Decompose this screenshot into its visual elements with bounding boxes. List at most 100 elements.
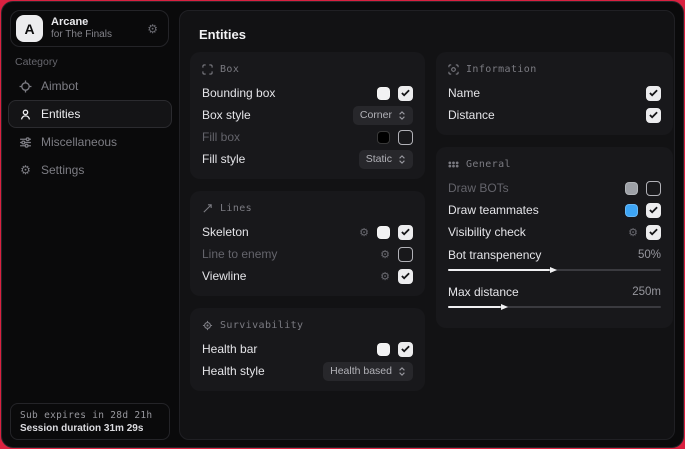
setting-label: Box style <box>202 108 353 122</box>
slider-thumb[interactable] <box>501 304 508 310</box>
slider-track[interactable] <box>448 306 661 308</box>
setting-row: Viewline ⚙ <box>202 265 413 287</box>
sliders-icon <box>19 136 32 149</box>
slider-thumb[interactable] <box>550 267 557 273</box>
app-logo: A <box>16 15 43 42</box>
checkbox[interactable] <box>398 247 413 262</box>
section-lines: Lines Skeleton ⚙ Line to enemy ⚙ <box>190 191 425 296</box>
color-swatch[interactable] <box>377 87 390 100</box>
app-name: Arcane <box>51 16 112 29</box>
sidebar-item-aimbot[interactable]: Aimbot <box>8 72 172 100</box>
slider-value: 50% <box>638 249 661 261</box>
section-information: Information Name Distance <box>436 52 673 135</box>
setting-label: Name <box>448 86 646 100</box>
section-box-header: Box <box>202 62 413 77</box>
gear-icon[interactable]: ⚙ <box>628 227 638 238</box>
dropdown-value: Corner <box>360 109 392 121</box>
slider-label: Max distance <box>448 285 632 299</box>
setting-label: Viewline <box>202 269 380 283</box>
corner-brackets-icon <box>202 64 213 75</box>
setting-row: Name <box>448 82 661 104</box>
column-left: Box Bounding box Box style Cor <box>190 52 425 403</box>
column-right: Information Name Distance <box>436 52 673 340</box>
color-swatch[interactable] <box>625 182 638 195</box>
gear-icon[interactable]: ⚙ <box>147 23 158 35</box>
category-label: Category <box>15 56 58 68</box>
setting-label: Skeleton <box>202 225 359 239</box>
setting-label: Fill style <box>202 152 359 166</box>
grid-dots-icon <box>448 159 459 170</box>
session-duration-text: Session duration 31m 29s <box>20 422 160 435</box>
box-style-dropdown[interactable]: Corner <box>353 106 413 125</box>
setting-label: Draw teammates <box>448 203 625 217</box>
slider-fill <box>448 269 550 271</box>
sidebar-item-miscellaneous[interactable]: Miscellaneous <box>8 128 172 156</box>
gear-icon[interactable]: ⚙ <box>380 249 390 260</box>
checkbox[interactable] <box>398 269 413 284</box>
setting-row: Health bar <box>202 338 413 360</box>
color-swatch[interactable] <box>377 131 390 144</box>
slider-label: Bot transpenency <box>448 248 638 262</box>
main-panel: Entities Box Bounding box <box>179 10 675 440</box>
setting-label: Visibility check <box>448 225 628 239</box>
health-style-dropdown[interactable]: Health based <box>323 362 413 381</box>
checkbox[interactable] <box>646 203 661 218</box>
chevrons-up-down-icon <box>398 366 406 377</box>
checkbox[interactable] <box>646 108 661 123</box>
section-survivability: Survivability Health bar Health style <box>190 308 425 391</box>
slider-fill <box>448 306 501 308</box>
sidebar-item-label: Miscellaneous <box>41 135 117 149</box>
setting-row: Line to enemy ⚙ <box>202 243 413 265</box>
section-title: Box <box>220 64 239 75</box>
checkbox[interactable] <box>646 225 661 240</box>
setting-row: Bounding box <box>202 82 413 104</box>
setting-row: Box style Corner <box>202 104 413 126</box>
setting-row: Skeleton ⚙ <box>202 221 413 243</box>
section-general-header: General <box>448 157 661 172</box>
sidebar-item-label: Entities <box>41 107 80 121</box>
slider-track[interactable] <box>448 269 661 271</box>
gear-icon[interactable]: ⚙ <box>359 227 369 238</box>
setting-row: Health style Health based <box>202 360 413 382</box>
setting-label: Distance <box>448 108 646 122</box>
setting-row: Fill style Static <box>202 148 413 170</box>
dropdown-value: Health based <box>330 365 392 377</box>
checkbox[interactable] <box>398 342 413 357</box>
setting-row: Draw teammates <box>448 199 661 221</box>
sidebar-item-entities[interactable]: Entities <box>8 100 172 128</box>
chevrons-up-down-icon <box>398 110 406 121</box>
fill-style-dropdown[interactable]: Static <box>359 150 413 169</box>
checkbox[interactable] <box>646 181 661 196</box>
app-title-block: Arcane for The Finals <box>51 16 112 41</box>
crosshair-icon <box>19 80 32 93</box>
sidebar-item-settings[interactable]: ⚙ Settings <box>8 156 172 184</box>
section-lines-header: Lines <box>202 201 413 216</box>
checkbox[interactable] <box>646 86 661 101</box>
setting-label: Health style <box>202 364 323 378</box>
target-icon <box>202 320 213 331</box>
section-survivability-header: Survivability <box>202 318 413 333</box>
sidebar-item-label: Settings <box>41 163 84 177</box>
checkbox[interactable] <box>398 86 413 101</box>
color-swatch[interactable] <box>377 343 390 356</box>
setting-label: Line to enemy <box>202 247 380 261</box>
sidebar-item-label: Aimbot <box>41 79 78 93</box>
setting-row: Fill box <box>202 126 413 148</box>
gear-icon[interactable]: ⚙ <box>380 271 390 282</box>
color-swatch[interactable] <box>377 226 390 239</box>
section-information-header: Information <box>448 62 661 77</box>
checkbox[interactable] <box>398 130 413 145</box>
diagonal-line-icon <box>202 203 213 214</box>
section-title: General <box>466 159 511 170</box>
dropdown-value: Static <box>366 153 392 165</box>
slider-max-distance: Max distance 250m <box>448 282 661 308</box>
checkbox[interactable] <box>398 225 413 240</box>
color-swatch[interactable] <box>625 204 638 217</box>
setting-label: Draw BOTs <box>448 181 625 195</box>
page-title: Entities <box>199 27 246 42</box>
app-window: A Arcane for The Finals ⚙ Category Aimbo… <box>1 1 684 448</box>
subscription-card: Sub expires in 28d 21h Session duration … <box>10 403 170 440</box>
setting-label: Fill box <box>202 130 377 144</box>
section-title: Information <box>466 64 537 75</box>
chevrons-up-down-icon <box>398 154 406 165</box>
